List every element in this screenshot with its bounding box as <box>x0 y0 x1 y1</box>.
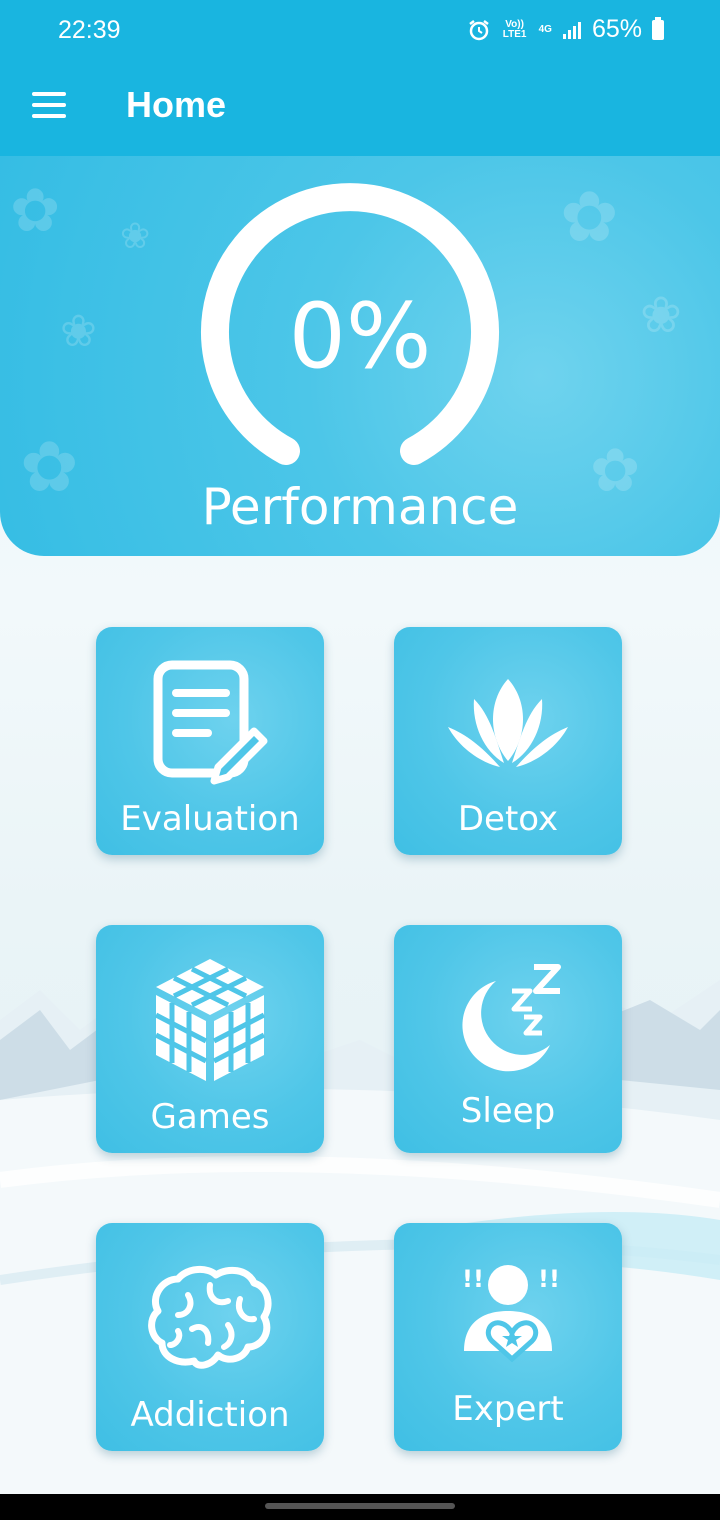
tile-label: Evaluation <box>120 799 300 839</box>
lotus-icon <box>448 679 568 767</box>
tile-games[interactable]: Games <box>96 925 324 1153</box>
tile-expert[interactable]: !! !! Expert <box>394 1223 622 1451</box>
svg-text:!!: !! <box>538 1265 560 1293</box>
flower-decoration-icon: ✿ <box>10 176 61 246</box>
flower-decoration-icon: ✿ <box>560 176 619 258</box>
status-time: 22:39 <box>58 16 121 44</box>
tile-label: Games <box>150 1097 270 1137</box>
page-title: Home <box>126 84 227 125</box>
tile-label: Expert <box>452 1389 564 1429</box>
tile-evaluation[interactable]: Evaluation <box>96 627 324 855</box>
signal-icon <box>562 21 581 39</box>
tile-label: Addiction <box>130 1395 290 1435</box>
expert-person-icon: !! !! <box>462 1265 560 1363</box>
status-icons: Vo)) LTE1 4G 65% <box>467 15 664 44</box>
alarm-icon <box>468 19 489 40</box>
network-type-indicator: 4G <box>538 23 552 35</box>
svg-text:!!: !! <box>462 1265 484 1293</box>
tile-addiction[interactable]: Addiction <box>96 1223 324 1451</box>
battery-percent: 65% <box>591 15 642 43</box>
hamburger-menu-icon[interactable] <box>30 92 70 122</box>
status-bar: 22:39 Vo)) LTE1 4G 65% <box>0 0 720 58</box>
battery-icon <box>652 16 664 40</box>
tile-sleep[interactable]: Sleep <box>394 925 622 1153</box>
app-bar: Home <box>0 58 720 156</box>
home-gesture-handle[interactable] <box>265 1503 455 1509</box>
tile-detox[interactable]: Detox <box>394 627 622 855</box>
document-edit-icon <box>153 660 268 785</box>
cube-icon <box>154 959 266 1081</box>
flower-decoration-icon: ❀ <box>120 216 151 257</box>
volte-indicator: Vo)) LTE1 <box>502 18 527 40</box>
performance-card: ✿ ❀ ✿ ✿ ❀ ✿ ❀ 0% Performance <box>0 156 720 556</box>
tile-label: Detox <box>457 799 559 839</box>
brain-icon <box>148 1266 272 1369</box>
tile-label: Sleep <box>460 1091 556 1131</box>
system-navigation-bar <box>0 1494 720 1520</box>
moon-zzz-icon <box>462 964 561 1072</box>
performance-value: 0% <box>288 284 432 389</box>
performance-label: Performance <box>201 478 519 536</box>
